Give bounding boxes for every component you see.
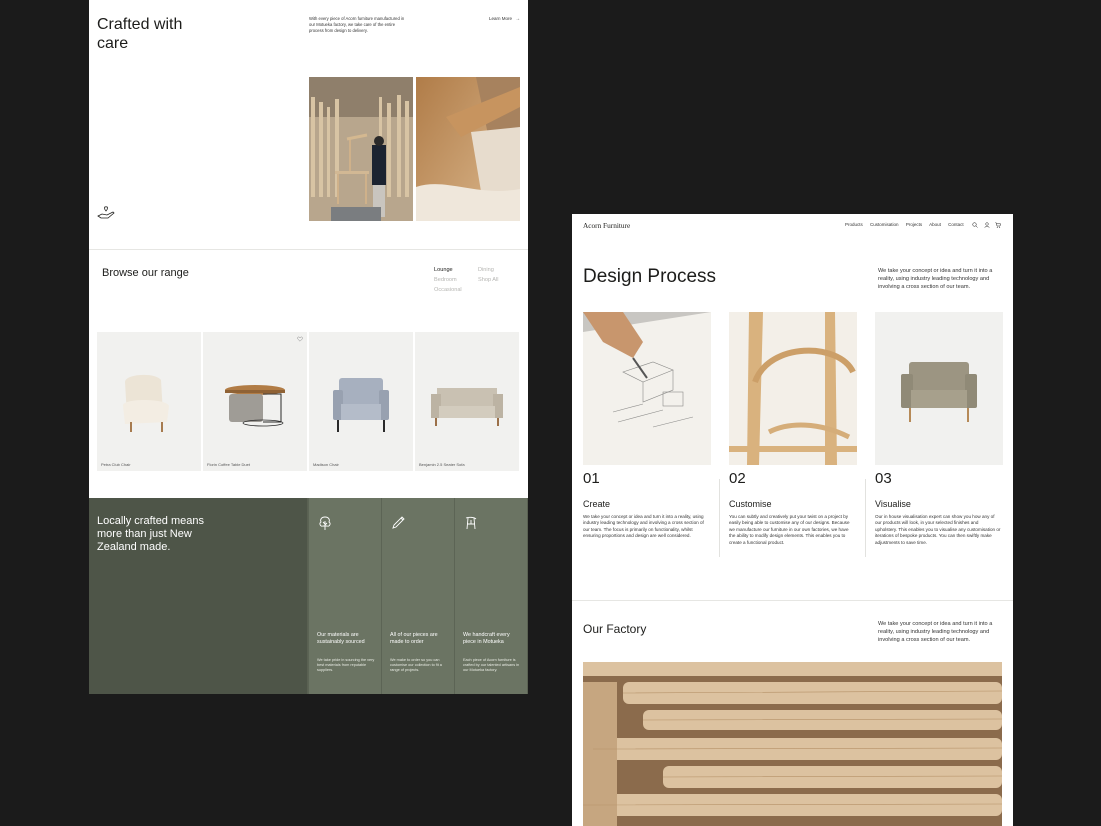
- wood-chair-detail-photo: [416, 77, 520, 221]
- range-occasional[interactable]: Occasional: [434, 287, 462, 293]
- step-divider: [865, 479, 866, 557]
- nav-contact[interactable]: Contact: [948, 222, 964, 227]
- hero-section: Crafted with care With every piece of Ac…: [89, 0, 528, 250]
- range-bedroom[interactable]: Bedroom: [434, 277, 457, 283]
- hero-title: Crafted with care: [97, 16, 183, 52]
- nav-customisation[interactable]: Customisation: [870, 222, 899, 227]
- range-lounge[interactable]: Lounge: [434, 267, 453, 273]
- product-grid: Petra Club Chair Florin Coffee Table Due…: [97, 332, 520, 471]
- top-nav: Acorn Furniture Products Customisation P…: [572, 214, 1013, 236]
- product-card[interactable]: Madison Chair: [309, 332, 413, 471]
- step-number: 01: [583, 470, 600, 487]
- browse-title: Browse our range: [102, 267, 189, 279]
- chair-icon: [465, 516, 477, 530]
- madison-chair-image: [333, 378, 389, 432]
- feature-column: We handcraft every piece in Motueka Each…: [454, 498, 527, 694]
- search-icon[interactable]: [972, 222, 978, 228]
- feature-column: All of our pieces are made to order We m…: [381, 498, 454, 694]
- locally-crafted-section: Locally crafted means more than just New…: [89, 498, 528, 694]
- section-divider: [572, 600, 1013, 601]
- nav-links: Products Customisation Projects About Co…: [845, 222, 970, 227]
- range-shop-all[interactable]: Shop All: [478, 277, 499, 283]
- product-name: Benjamin 2.5 Seater Sofa: [419, 462, 465, 467]
- product-card[interactable]: Petra Club Chair: [97, 332, 201, 471]
- factory-title: Our Factory: [583, 622, 647, 636]
- factory-text: We take your concept or idea and turn it…: [878, 621, 993, 643]
- heart-icon[interactable]: [297, 336, 303, 342]
- step-title: Visualise: [875, 499, 911, 509]
- florin-table-image: [225, 385, 285, 427]
- feature-text: We take pride in sourcing the very best …: [317, 658, 375, 672]
- hand-heart-icon: [97, 206, 115, 219]
- range-dining[interactable]: Dining: [478, 267, 494, 273]
- step-text: We take your concept or idea and turn it…: [583, 514, 704, 539]
- locally-crafted-title: Locally crafted means more than just New…: [97, 515, 204, 553]
- product-card[interactable]: Florin Coffee Table Duet: [203, 332, 307, 471]
- right-page: Acorn Furniture Products Customisation P…: [572, 214, 1013, 826]
- step-title: Create: [583, 499, 611, 509]
- benjamin-sofa-image: [431, 388, 503, 426]
- learn-more-label: Learn More: [489, 16, 513, 21]
- learn-more-link[interactable]: Learn More →: [489, 16, 520, 22]
- user-icon[interactable]: [984, 222, 990, 228]
- step-number: 03: [875, 470, 892, 487]
- step-divider: [719, 479, 720, 557]
- product-name: Petra Club Chair: [101, 462, 131, 467]
- chair-frame-photo: [729, 312, 857, 465]
- design-process-text: We take your concept or idea and turn it…: [878, 268, 993, 290]
- feature-text: We make to order so you can customise ou…: [390, 658, 442, 672]
- section-divider: [89, 249, 528, 250]
- armchair-render: [875, 312, 1003, 465]
- design-process-title: Design Process: [583, 266, 717, 287]
- tree-icon: [319, 516, 331, 530]
- factory-wood-photo: [583, 662, 1002, 826]
- step-title: Customise: [729, 499, 772, 509]
- product-name: Florin Coffee Table Duet: [207, 462, 250, 467]
- nav-projects[interactable]: Projects: [906, 222, 922, 227]
- feature-title: We handcraft every piece in Motueka: [463, 632, 510, 645]
- product-card[interactable]: Benjamin 2.5 Seater Sofa: [415, 332, 519, 471]
- nav-products[interactable]: Products: [845, 222, 863, 227]
- feature-title: Our materials are sustainably sourced: [317, 632, 365, 645]
- petra-chair-image: [122, 374, 169, 432]
- step-number: 02: [729, 470, 746, 487]
- sketch-photo: [583, 312, 711, 465]
- arrow-right-icon: →: [515, 16, 521, 22]
- hero-text: With every piece of Acorn furniture manu…: [309, 16, 405, 34]
- pencil-icon: [392, 516, 405, 529]
- product-name: Madison Chair: [313, 462, 339, 467]
- cart-icon[interactable]: [995, 222, 1001, 228]
- feature-title: All of our pieces are made to order: [390, 632, 438, 645]
- locally-crafted-intro: Locally crafted means more than just New…: [89, 498, 307, 694]
- step-text: Our in house visualisation expert can sh…: [875, 514, 1001, 545]
- step-text: You can subtly and creatively put your t…: [729, 514, 850, 545]
- factory-worker-photo: [309, 77, 413, 221]
- nav-about[interactable]: About: [929, 222, 941, 227]
- left-page: Crafted with care With every piece of Ac…: [89, 0, 528, 694]
- feature-column: Our materials are sustainably sourced We…: [308, 498, 381, 694]
- feature-text: Each piece of Acorn furniture is crafted…: [463, 658, 520, 672]
- logo[interactable]: Acorn Furniture: [583, 221, 630, 230]
